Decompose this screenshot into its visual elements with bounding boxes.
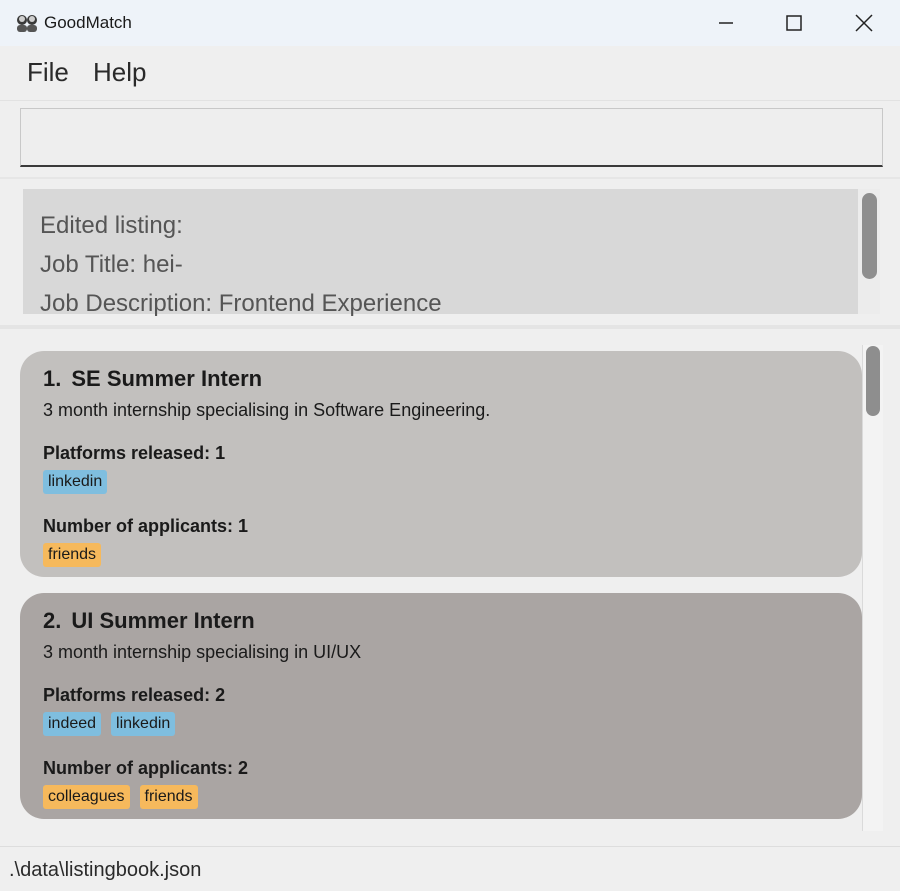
two-people-icon (17, 15, 37, 32)
result-line: Job Title: hei- (40, 251, 183, 278)
maximize-button[interactable] (762, 0, 826, 46)
platform-tags: linkedin (43, 470, 108, 494)
menu-bar: File Help (0, 46, 900, 101)
listing-index: 1. (43, 366, 62, 391)
platform-tag: linkedin (111, 712, 176, 736)
platforms-label: Platforms released: 2 (43, 685, 226, 705)
minimize-button[interactable] (694, 0, 758, 46)
app-window: GoodMatch File Help Edited listing: Job … (0, 0, 900, 891)
save-file-path: .\data\listingbook.json (9, 859, 202, 881)
result-line: Edited listing: (40, 212, 183, 239)
listing-title-row: 2. UI Summer Intern (43, 608, 255, 634)
applicant-tag: friends (139, 785, 198, 809)
applicant-tag: friends (43, 543, 102, 567)
listing-title-row: 1. SE Summer Intern (43, 366, 262, 392)
command-input[interactable] (20, 108, 883, 167)
maximize-icon (786, 15, 802, 31)
applicant-tags: friends (43, 543, 102, 567)
listing-index: 2. (43, 608, 62, 633)
command-box-area (0, 101, 900, 179)
window-title: GoodMatch (44, 13, 132, 32)
result-display[interactable]: Edited listing: Job Title: hei- Job Desc… (23, 189, 858, 317)
applicants-label: Number of applicants: 1 (43, 516, 249, 536)
list-scrollbar-track[interactable] (862, 345, 883, 831)
title-bar[interactable]: GoodMatch (0, 0, 900, 46)
listing-card[interactable]: 1. SE Summer Intern 3 month internship sp… (20, 351, 862, 577)
applicants-label: Number of applicants: 2 (43, 758, 249, 778)
platform-tags: indeed linkedin (43, 712, 176, 736)
close-button[interactable] (832, 0, 896, 46)
applicant-tags: colleagues friends (43, 785, 198, 809)
menu-help[interactable]: Help (93, 57, 146, 87)
minimize-icon (719, 22, 733, 24)
applicant-tag: colleagues (43, 785, 130, 809)
menu-file[interactable]: File (27, 57, 69, 87)
result-line: Job Description: Frontend Experience (40, 290, 442, 317)
result-scrollbar-thumb[interactable] (862, 193, 877, 279)
status-bar: .\data\listingbook.json (0, 846, 900, 891)
listing-title: UI Summer Intern (71, 608, 255, 633)
listing-card[interactable]: 2. UI Summer Intern 3 month internship sp… (20, 593, 862, 819)
list-scrollbar-thumb[interactable] (866, 346, 880, 416)
listing-description: 3 month internship specialising in Softw… (43, 400, 491, 420)
listing-title: SE Summer Intern (71, 366, 263, 391)
result-display-area: Edited listing: Job Title: hei- Job Desc… (0, 179, 900, 329)
platform-tag: indeed (43, 712, 102, 736)
platform-tag: linkedin (43, 470, 108, 494)
listing-list[interactable]: 1. SE Summer Intern 3 month internship sp… (0, 331, 900, 846)
listing-description: 3 month internship specialising in UI/UX (43, 642, 362, 662)
close-icon (855, 14, 873, 32)
platforms-label: Platforms released: 1 (43, 443, 226, 463)
